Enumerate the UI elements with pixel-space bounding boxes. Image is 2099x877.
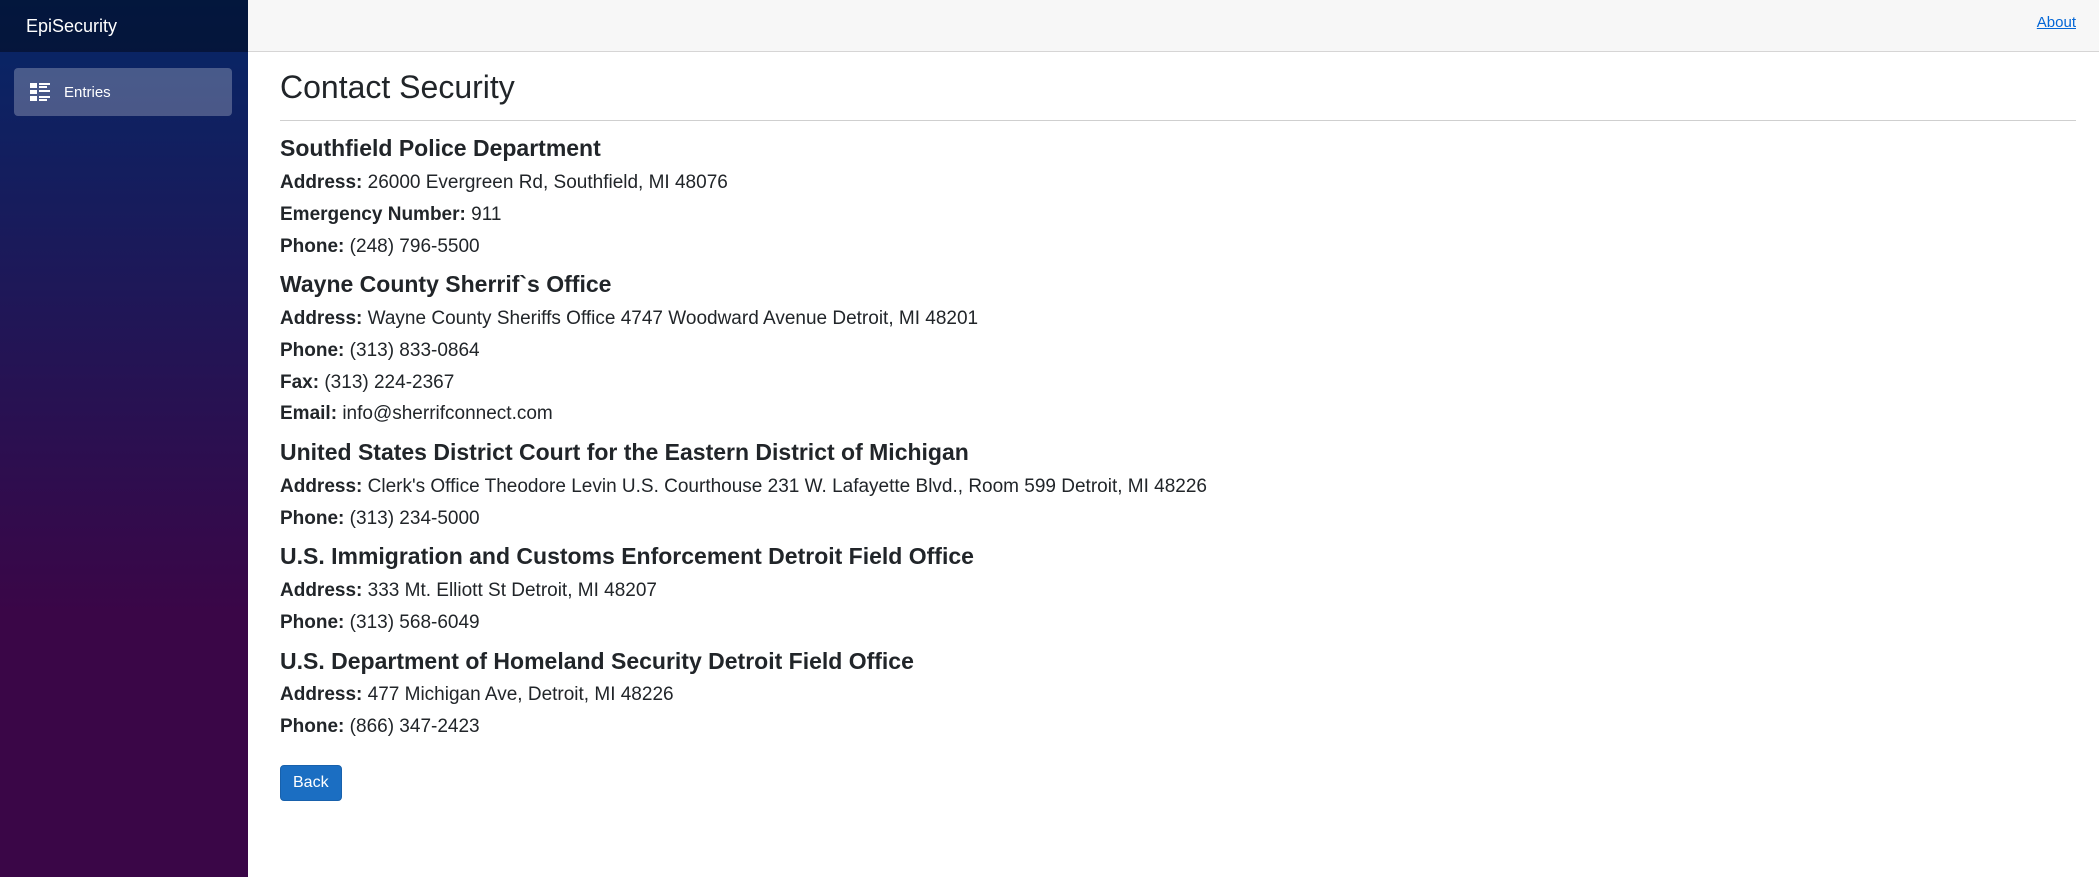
agency-field: Phone: (248) 796-5500 (280, 236, 2076, 259)
field-value: info@sherrifconnect.com (342, 403, 553, 425)
agency-list: Southfield Police Department Address: 260… (280, 135, 2076, 738)
sidebar-item-entries[interactable]: Entries (14, 68, 232, 116)
field-label: Address: (280, 171, 363, 193)
agency-field: Fax: (313) 224-2367 (280, 372, 2076, 395)
field-value: 911 (471, 203, 502, 225)
field-value: (313) 568-6049 (349, 611, 480, 633)
sidebar: EpiSecurity Entries (0, 0, 248, 877)
agency-field: Phone: (313) 568-6049 (280, 612, 2076, 635)
field-value: Wayne County Sheriffs Office 4747 Woodwa… (367, 307, 979, 329)
agency-name: Wayne County Sherrif`s Office (280, 271, 612, 298)
field-label: Phone: (280, 235, 345, 257)
field-label: Address: (280, 684, 363, 706)
field-value: Clerk's Office Theodore Levin U.S. Court… (367, 475, 1207, 497)
app-root: EpiSecurity Entries About Contact Securi… (0, 0, 2099, 877)
sidebar-item-label: Entries (64, 83, 111, 101)
agency-field: Phone: (313) 234-5000 (280, 508, 2076, 531)
agency-name: Southfield Police Department (280, 135, 601, 162)
field-label: Address: (280, 579, 363, 601)
brand-logo[interactable]: EpiSecurity (0, 0, 248, 52)
agency-name: United States District Court for the Eas… (280, 439, 969, 466)
list-icon (30, 83, 50, 101)
agency-field: Address: 477 Michigan Ave, Detroit, MI 4… (280, 684, 2076, 707)
agency-field: Address: Wayne County Sheriffs Office 47… (280, 308, 2076, 331)
field-label: Email: (280, 403, 338, 425)
field-label: Phone: (280, 611, 345, 633)
agency-field: Phone: (866) 347-2423 (280, 716, 2076, 739)
page-title: Contact Security (280, 69, 515, 105)
field-label: Phone: (280, 507, 345, 529)
agency-field: Emergency Number: 911 (280, 204, 2076, 227)
agency-block: Wayne County Sherrif`s Office Address: Wa… (280, 271, 2076, 426)
field-value: (313) 833-0864 (349, 339, 480, 361)
field-value: 26000 Evergreen Rd, Southfield, MI 48076 (367, 171, 728, 193)
field-label: Fax: (280, 371, 320, 393)
agency-field: Address: 26000 Evergreen Rd, Southfield,… (280, 172, 2076, 195)
field-value: (248) 796-5500 (349, 235, 480, 257)
field-label: Address: (280, 475, 363, 497)
field-label: Phone: (280, 339, 345, 361)
field-label: Phone: (280, 715, 345, 737)
agency-block: United States District Court for the Eas… (280, 439, 2076, 530)
field-label: Emergency Number: (280, 203, 466, 225)
top-bar: About (248, 0, 2099, 52)
agency-field: Phone: (313) 833-0864 (280, 340, 2076, 363)
agency-block: U.S. Department of Homeland Security Det… (280, 648, 2076, 739)
back-button[interactable]: Back (280, 764, 342, 801)
main-content: Contact Security Southfield Police Depar… (280, 52, 2076, 801)
field-value: 477 Michigan Ave, Detroit, MI 48226 (367, 684, 674, 706)
agency-field: Address: Clerk's Office Theodore Levin U… (280, 476, 2076, 499)
agency-block: Southfield Police Department Address: 260… (280, 135, 2076, 258)
divider (280, 120, 2076, 122)
agency-block: U.S. Immigration and Customs Enforcement… (280, 543, 2076, 634)
agency-name: U.S. Immigration and Customs Enforcement… (280, 543, 974, 570)
field-value: (313) 234-5000 (349, 507, 480, 529)
field-value: (313) 224-2367 (324, 371, 455, 393)
field-value: (866) 347-2423 (349, 715, 480, 737)
field-label: Address: (280, 307, 363, 329)
agency-field: Address: 333 Mt. Elliott St Detroit, MI … (280, 580, 2076, 603)
agency-field: Email: info@sherrifconnect.com (280, 403, 2076, 426)
agency-name: U.S. Department of Homeland Security Det… (280, 647, 914, 674)
field-value: 333 Mt. Elliott St Detroit, MI 48207 (367, 579, 657, 601)
about-link[interactable]: About (2037, 14, 2076, 31)
